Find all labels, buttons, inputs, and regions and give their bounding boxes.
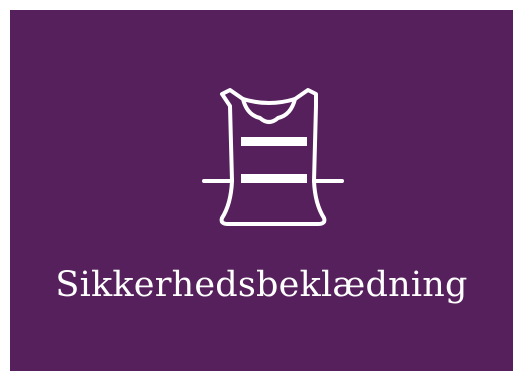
- tile-label: Sikkerhedsbeklædning: [55, 265, 468, 305]
- safety-vest-icon: [202, 88, 344, 226]
- category-tile-safety-clothing[interactable]: Sikkerhedsbeklædning: [10, 10, 513, 371]
